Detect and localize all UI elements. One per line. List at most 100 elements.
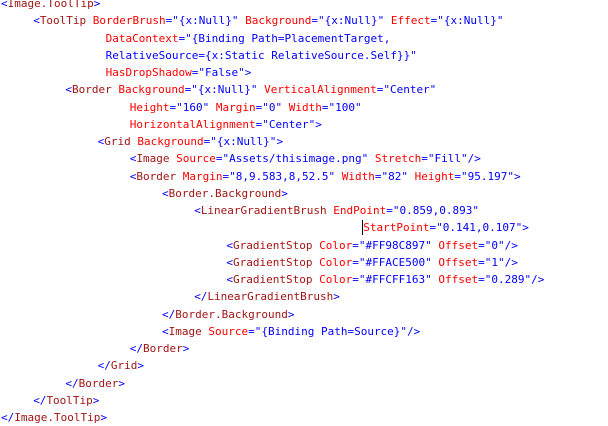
code-token-element: Border.Background	[175, 307, 288, 321]
code-token-element: ToolTip	[39, 14, 87, 28]
code-token-value: ="#FF98C897"	[352, 238, 432, 252]
code-token-attribute: DataContext	[105, 31, 179, 45]
code-token-value: ="{x:Null}"	[203, 135, 277, 148]
code-token-punct: />	[504, 238, 518, 252]
code-token-value: ="{x:Null}"	[184, 83, 258, 97]
code-line: <GradientStop Color="#FFACE500" Offset="…	[226, 254, 517, 271]
code-token-punct: />	[504, 255, 518, 269]
code-token-punct: >	[315, 117, 322, 131]
code-token-element: LinearGradientBrush	[207, 290, 334, 304]
code-line: <Image.ToolTip>	[1, 0, 100, 12]
code-line: <Grid Background="{x:Null}">	[98, 133, 283, 150]
code-token-punct: />	[467, 152, 481, 166]
code-token-value: ="#FFACE500"	[352, 255, 432, 269]
code-token-value: RelativeSource={x:Static RelativeSource.…	[105, 48, 417, 62]
code-token-value: ="95.197"	[454, 169, 514, 183]
code-token-value: ="{x:Null}"	[311, 14, 385, 28]
code-token-value: ="0"	[255, 100, 283, 114]
code-token-value: ="100"	[321, 100, 362, 114]
code-token-punct: </	[65, 376, 79, 390]
code-token-value: ="0.289"	[478, 273, 532, 286]
code-line: <Border Background="{x:Null}" VerticalAl…	[65, 81, 436, 98]
code-token-value: ="{x:Null}"	[430, 14, 504, 28]
code-token-punct: >	[92, 393, 100, 407]
code-token-punct: </	[162, 307, 176, 321]
code-token-attribute: Width	[335, 169, 375, 183]
code-line: </Border>	[130, 340, 190, 357]
code-token-element: Grid	[110, 359, 138, 373]
code-token-attribute: Color	[312, 273, 353, 286]
code-token-attribute: HasDropShadow	[105, 66, 192, 79]
text-cursor	[362, 220, 364, 236]
code-line: RelativeSource={x:Static RelativeSource.…	[106, 47, 417, 64]
code-line: <LinearGradientBrush EndPoint="0.859,0.8…	[194, 202, 479, 219]
code-token-attribute: VerticalAlignment	[257, 83, 377, 97]
code-line: StartPoint="0.141,0.107">	[363, 219, 529, 236]
code-token-punct: >	[93, 0, 101, 10]
code-line: <GradientStop Color="#FF98C897" Offset="…	[226, 237, 517, 254]
code-editor[interactable]: <Image.ToolTip> <ToolTip BorderBrush="{x:…	[0, 0, 608, 424]
code-line: </LinearGradientBrush>	[194, 288, 340, 305]
code-token-attribute: Offset	[431, 238, 479, 252]
code-token-punct: >	[287, 307, 295, 321]
code-token-punct: <	[194, 204, 201, 217]
code-token-punct: >	[276, 135, 284, 148]
code-token-element: Border	[136, 169, 177, 183]
code-token-element: GradientStop	[233, 255, 313, 269]
code-line: <Image Source="{Binding Path=Source}"/>	[162, 323, 420, 340]
code-line: <Image Source="Assets/thisimage.png" Str…	[130, 150, 481, 167]
code-token-element: LinearGradientBrush	[200, 204, 327, 217]
code-token-attribute: Margin	[176, 169, 223, 183]
code-token-punct: >	[244, 66, 252, 79]
code-token-attribute: Source	[201, 324, 249, 338]
code-token-attribute: Width	[282, 100, 322, 114]
code-token-value: ="1"	[478, 255, 505, 269]
code-token-attribute: Effect	[384, 14, 431, 28]
code-token-element: GradientStop	[233, 238, 313, 252]
code-token-attribute: Color	[312, 255, 353, 269]
code-token-element: Image.ToolTip	[7, 0, 94, 10]
code-token-attribute: Background	[130, 135, 204, 148]
code-token-element: Image	[136, 152, 170, 166]
code-token-value: ="Assets/thisimage.png"	[215, 152, 369, 166]
code-token-element: ToolTip	[46, 393, 93, 407]
code-line: </Border.Background>	[162, 306, 294, 323]
code-token-attribute: Offset	[431, 255, 479, 269]
code-token-punct: </	[194, 290, 208, 304]
code-token-attribute: Height	[129, 100, 170, 114]
code-token-value: ="160"	[169, 100, 210, 114]
code-token-punct: />	[531, 273, 545, 286]
code-token-punct: >	[513, 169, 521, 183]
code-line: <ToolTip BorderBrush="{x:Null}" Backgrou…	[33, 12, 503, 29]
code-token-attribute: Background	[238, 14, 312, 28]
code-token-attribute: Background	[111, 83, 185, 97]
code-line: <Border Margin="8,9.583,8,52.5" Width="8…	[130, 168, 521, 185]
code-line: Height="160" Margin="0" Width="100"	[130, 99, 362, 116]
code-token-attribute: Color	[312, 238, 353, 252]
code-token-attribute: HorizontalAlignment	[129, 117, 256, 131]
code-token-attribute: Source	[169, 152, 216, 166]
code-line: DataContext="{Binding Path=PlacementTarg…	[106, 30, 391, 47]
code-line: <Border.Background>	[162, 185, 288, 202]
code-token-value: ="{Binding Path=PlacementTarget,	[178, 31, 391, 45]
code-token-value: ="Center"	[376, 83, 437, 97]
code-token-value: ="0"	[478, 238, 505, 252]
code-token-value: ="False"	[191, 66, 245, 79]
code-token-punct: />	[407, 324, 421, 338]
code-token-punct: >	[118, 376, 126, 390]
code-token-element: Border	[143, 342, 183, 355]
code-token-punct: </	[129, 342, 144, 355]
code-token-element: Grid	[104, 135, 131, 148]
code-token-punct: >	[281, 186, 288, 200]
code-token-punct: </	[33, 393, 47, 407]
code-token-punct: <	[162, 186, 169, 200]
code-token-attribute: StartPoint	[363, 221, 430, 235]
code-token-element: Border.Background	[168, 186, 282, 200]
code-token-attribute: Stretch	[368, 152, 422, 166]
code-token-value: ="82"	[374, 169, 408, 183]
code-token-attribute: Margin	[209, 100, 256, 114]
code-token-element: Border	[72, 83, 112, 97]
code-token-element: Image	[168, 324, 202, 338]
code-token-element: Border	[78, 376, 119, 390]
code-token-value: ="{Binding Path=Source}"	[248, 324, 408, 338]
